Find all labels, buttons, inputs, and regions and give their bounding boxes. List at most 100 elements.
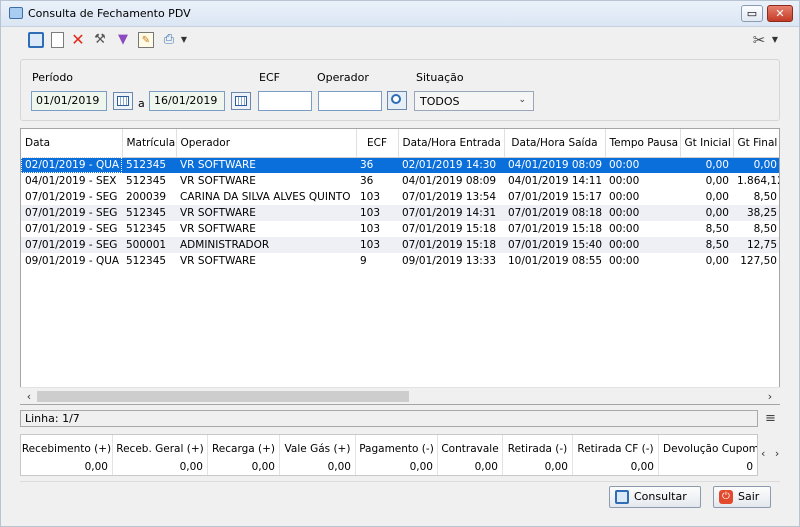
col-header-operador[interactable]: Operador (176, 129, 357, 158)
toolbar: ✕ ⚒ ▼ ✎ ⎙ ▼ ✂ ▼ (1, 28, 799, 54)
col-header-gt-inicial[interactable]: Gt Inicial (680, 129, 734, 158)
operador-field[interactable] (318, 91, 382, 111)
total-pagamento: Pagamento (-) 0,00 (356, 435, 438, 475)
sair-button[interactable]: ⏻ Sair (713, 486, 771, 508)
scroll-left-icon[interactable]: ‹ (21, 389, 37, 404)
sair-label: Sair (738, 490, 760, 503)
total-value: 0,00 (544, 461, 568, 473)
cell-operador: ADMINISTRADOR (176, 237, 356, 253)
cell-gt-inicial: 0,00 (705, 255, 729, 267)
row-counter: Linha: 1/7 (20, 410, 758, 427)
total-recarga: Recarga (+) 0,00 (208, 435, 280, 475)
cell-tempo-pausa: 00:00 (609, 191, 640, 203)
cell-gt-inicial: 0,00 (705, 191, 729, 203)
cell-operador: VR SOFTWARE (180, 255, 256, 267)
cell-operador: VR SOFTWARE (180, 223, 256, 235)
col-header-ecf[interactable]: ECF (356, 129, 399, 158)
scroll-right-icon[interactable]: › (762, 389, 778, 404)
menu-icon[interactable]: ≡ (765, 411, 776, 426)
col-header-data[interactable]: Data (21, 129, 123, 158)
chevron-down-icon: ⌄ (518, 95, 526, 105)
cell-ecf: 103 (360, 223, 381, 235)
table-row[interactable]: 07/01/2019 - SEG 200039 CARINA DA SILVA … (21, 189, 779, 205)
horizontal-scrollbar[interactable]: ‹ › (20, 387, 780, 404)
cell-ecf: 36 (360, 175, 374, 187)
totals-scroll-arrows-icon[interactable]: ‹ › (761, 447, 782, 460)
dropdown-icon[interactable]: ▼ (180, 32, 188, 48)
table-row[interactable]: 07/01/2019 - SEG 512345 VR SOFTWARE 103 … (21, 221, 779, 237)
cell-data: 04/01/2019 - SEX (25, 175, 117, 187)
cell-matricula: 512345 (126, 175, 167, 187)
filter-icon[interactable]: ▼ (115, 32, 131, 48)
cell-gt-inicial: 8,50 (680, 237, 733, 253)
tools-icon[interactable]: ⚒ (92, 32, 108, 48)
total-value: 0,00 (474, 461, 498, 473)
scrollbar-thumb[interactable] (37, 391, 409, 402)
cell-gt-inicial: 0,00 (705, 175, 729, 187)
total-label: Pagamento (-) (359, 443, 434, 455)
total-label: Retirada CF (-) (577, 443, 654, 455)
cell-gt-inicial: 8,50 (705, 223, 729, 235)
cell-data: 07/01/2019 - SEG (21, 205, 122, 221)
maximize-button[interactable]: ▭ (741, 5, 763, 22)
date-from-field[interactable]: 01/01/2019 (31, 91, 107, 111)
cell-saida: 07/01/2019 15:18 (508, 223, 603, 235)
edit-icon[interactable]: ✎ (138, 32, 154, 48)
total-value: 0,00 (630, 461, 654, 473)
cell-saida: 07/01/2019 15:40 (504, 237, 605, 253)
cell-operador: VR SOFTWARE (176, 205, 356, 221)
print-icon[interactable]: ⎙ (161, 32, 177, 48)
delete-icon[interactable]: ✕ (70, 32, 86, 48)
cell-saida: 07/01/2019 15:17 (508, 191, 603, 203)
operador-search-button[interactable] (387, 91, 407, 110)
results-table: Data Matrícula Operador ECF Data/Hora En… (21, 129, 779, 269)
col-header-tempo-pausa[interactable]: Tempo Pausa (605, 129, 681, 158)
table-row[interactable]: 09/01/2019 - QUA 512345 VR SOFTWARE 9 09… (21, 253, 779, 269)
cell-saida: 04/01/2019 08:09 (504, 157, 605, 173)
calendar-to-button[interactable] (231, 92, 251, 110)
search-icon[interactable] (28, 32, 44, 48)
window-title: Consulta de Fechamento PDV (28, 7, 191, 20)
footer-bar: Consultar ⏻ Sair (20, 481, 780, 511)
table-row[interactable]: 07/01/2019 - SEG 500001 ADMINISTRADOR 10… (21, 237, 779, 253)
col-header-saida[interactable]: Data/Hora Saída (504, 129, 606, 158)
cell-entrada: 07/01/2019 13:54 (402, 191, 497, 203)
cell-operador: CARINA DA SILVA ALVES QUINTO (180, 191, 351, 203)
ecf-field[interactable] (258, 91, 312, 111)
cell-ecf: 103 (360, 191, 381, 203)
wrench-icon[interactable]: ✂ (751, 32, 767, 48)
cell-data: 07/01/2019 - SEG (25, 223, 118, 235)
col-header-gt-final[interactable]: Gt Final (733, 129, 779, 158)
cell-operador: VR SOFTWARE (180, 175, 256, 187)
table-row[interactable]: 07/01/2019 - SEG 512345 VR SOFTWARE 103 … (21, 205, 779, 221)
table-header: Data Matrícula Operador ECF Data/Hora En… (21, 129, 779, 158)
total-value: 0,00 (179, 461, 203, 473)
cell-saida: 07/01/2019 08:18 (504, 205, 605, 221)
new-document-icon[interactable] (51, 32, 64, 48)
consultar-button[interactable]: Consultar (609, 486, 701, 508)
situacao-select[interactable]: TODOS ⌄ (414, 91, 534, 111)
total-label: Devolução Cupom ( (663, 443, 757, 455)
col-header-matricula[interactable]: Matrícula (122, 129, 177, 158)
cell-entrada: 07/01/2019 15:18 (398, 237, 504, 253)
cell-tempo-pausa: 00:00 (605, 205, 680, 221)
situacao-label: Situação (416, 71, 464, 84)
app-icon (9, 7, 23, 19)
cell-matricula: 512345 (122, 157, 176, 173)
total-label: Recarga (+) (211, 443, 276, 455)
cell-tempo-pausa: 00:00 (605, 237, 680, 253)
total-value: 0,00 (327, 461, 351, 473)
date-to-field[interactable]: 16/01/2019 (149, 91, 225, 111)
table-row[interactable]: 04/01/2019 - SEX 512345 VR SOFTWARE 36 0… (21, 173, 779, 189)
filter-panel: Período 01/01/2019 a 16/01/2019 ECF Oper… (20, 59, 780, 121)
calendar-from-button[interactable] (113, 92, 133, 110)
close-button[interactable]: ✕ (767, 5, 793, 22)
results-grid[interactable]: Data Matrícula Operador ECF Data/Hora En… (20, 128, 780, 405)
chevron-down-icon[interactable]: ▼ (771, 32, 779, 48)
cell-matricula: 512345 (122, 205, 176, 221)
title-bar: Consulta de Fechamento PDV ▭ ✕ (1, 1, 799, 27)
date-separator: a (138, 97, 145, 110)
cell-saida: 04/01/2019 14:11 (508, 175, 603, 187)
col-header-entrada[interactable]: Data/Hora Entrada (398, 129, 505, 158)
table-row[interactable]: 02/01/2019 - QUA 512345 VR SOFTWARE 36 0… (21, 157, 779, 173)
